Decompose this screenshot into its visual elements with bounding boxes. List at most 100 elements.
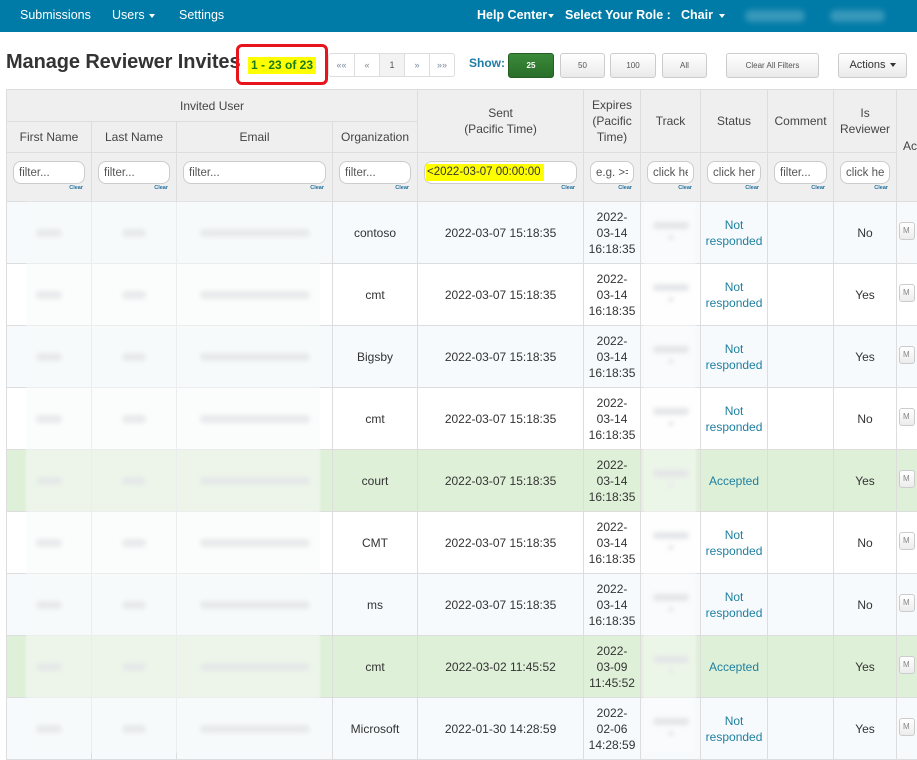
- email-filter-input[interactable]: [183, 161, 326, 184]
- table-row[interactable]: court 2022-03-07 15:18:35 2022-03-1416:1…: [7, 450, 917, 512]
- track-cell: [641, 698, 701, 760]
- clear-organization-filter[interactable]: Clear: [395, 180, 409, 196]
- sent-value: 2022-03-07 15:18:35: [445, 598, 556, 612]
- comment-cell: [768, 512, 834, 574]
- pager-first[interactable]: ««: [329, 54, 354, 76]
- sent-filter-input[interactable]: [424, 161, 577, 184]
- first-name-cell: [7, 574, 92, 636]
- clear-status-filter[interactable]: Clear: [745, 180, 759, 196]
- col-header-expires[interactable]: Expires(PacificTime): [584, 90, 641, 153]
- filter-cell-is-reviewer: Clear: [834, 153, 897, 202]
- status-line: Not: [701, 341, 767, 357]
- page-title: Manage Reviewer Invites: [6, 51, 240, 74]
- show-all-button[interactable]: All: [662, 53, 707, 78]
- clear-is-reviewer-filter[interactable]: Clear: [874, 180, 888, 196]
- comment-cell: [768, 574, 834, 636]
- organization-value: court: [362, 474, 389, 488]
- col-header-sent[interactable]: Sent(Pacific Time): [418, 90, 584, 153]
- clear-sent-filter[interactable]: Clear: [561, 180, 575, 196]
- sent-cell: 2022-03-07 15:18:35: [418, 202, 584, 264]
- status-cell: Notresponded: [701, 512, 768, 574]
- comment-cell: [768, 264, 834, 326]
- status-cell: Notresponded: [701, 326, 768, 388]
- show-100-button[interactable]: 100: [610, 53, 656, 78]
- row-action-button[interactable]: M: [899, 470, 915, 488]
- sent-value: 2022-03-07 15:18:35: [445, 350, 556, 364]
- pager-prev[interactable]: «: [354, 54, 379, 76]
- actions-cell: M: [897, 698, 917, 760]
- row-action-button[interactable]: M: [899, 284, 915, 302]
- pager-page-1[interactable]: 1: [379, 54, 404, 76]
- first-name-cell: [7, 636, 92, 698]
- redacted-first-name: [36, 539, 62, 547]
- status-line: Accepted: [701, 659, 767, 675]
- track-cell: [641, 202, 701, 264]
- actions-cell: M: [897, 326, 917, 388]
- expires-line: 2022-: [584, 209, 640, 225]
- clear-email-filter[interactable]: Clear: [310, 180, 324, 196]
- table-row[interactable]: Microsoft 2022-01-30 14:28:59 2022-02-06…: [7, 698, 917, 760]
- col-header-first-name[interactable]: First Name: [7, 122, 92, 153]
- show-25-button[interactable]: 25: [508, 53, 554, 78]
- table-row[interactable]: ms 2022-03-07 15:18:35 2022-03-1416:18:3…: [7, 574, 917, 636]
- redacted-track: [653, 216, 689, 246]
- is-reviewer-value: No: [857, 536, 872, 550]
- is-reviewer-value: No: [857, 412, 872, 426]
- status-line: Accepted: [701, 473, 767, 489]
- clear-last-name-filter[interactable]: Clear: [154, 180, 168, 196]
- clear-comment-filter[interactable]: Clear: [811, 180, 825, 196]
- redacted-user-menu[interactable]: [745, 10, 805, 22]
- nav-help-center[interactable]: Help Center: [477, 0, 554, 32]
- pager-next[interactable]: »: [404, 54, 429, 76]
- expires-line: 2022-: [584, 457, 640, 473]
- col-header-is-reviewer[interactable]: IsReviewer: [834, 90, 897, 153]
- row-action-button[interactable]: M: [899, 408, 915, 426]
- row-action-button[interactable]: M: [899, 346, 915, 364]
- col-header-comment[interactable]: Comment: [768, 90, 834, 153]
- clear-track-filter[interactable]: Clear: [678, 180, 692, 196]
- col-header-status[interactable]: Status: [701, 90, 768, 153]
- redacted-email: [200, 725, 310, 733]
- col-header-email[interactable]: Email: [177, 122, 333, 153]
- nav-settings[interactable]: Settings: [179, 0, 224, 32]
- status-line: Not: [701, 403, 767, 419]
- clear-all-filters-button[interactable]: Clear All Filters: [726, 53, 819, 78]
- clear-expires-filter[interactable]: Clear: [618, 180, 632, 196]
- expires-line: 2022-: [584, 333, 640, 349]
- table-row[interactable]: cmt 2022-03-07 15:18:35 2022-03-1416:18:…: [7, 388, 917, 450]
- expires-cell: 2022-03-1416:18:35: [584, 264, 641, 326]
- col-header-track[interactable]: Track: [641, 90, 701, 153]
- sent-cell: 2022-03-07 15:18:35: [418, 574, 584, 636]
- row-action-button[interactable]: M: [899, 718, 915, 736]
- table-row[interactable]: cmt 2022-03-02 11:45:52 2022-03-0911:45:…: [7, 636, 917, 698]
- status-cell: Notresponded: [701, 698, 768, 760]
- col-header-organization[interactable]: Organization: [333, 122, 418, 153]
- nav-submissions-label: Submissions: [20, 8, 91, 22]
- nav-users[interactable]: Users: [112, 0, 155, 32]
- expires-line: 03-14: [584, 287, 640, 303]
- role-selector[interactable]: Chair: [681, 0, 725, 32]
- nav-submissions[interactable]: Submissions: [20, 0, 91, 32]
- expires-line: 03-14: [584, 473, 640, 489]
- row-action-button[interactable]: M: [899, 656, 915, 674]
- row-action-button[interactable]: M: [899, 594, 915, 612]
- row-action-button[interactable]: M: [899, 222, 915, 240]
- row-action-button[interactable]: M: [899, 532, 915, 550]
- track-cell: [641, 512, 701, 574]
- table-row[interactable]: contoso 2022-03-07 15:18:35 2022-03-1416…: [7, 202, 917, 264]
- clear-first-name-filter[interactable]: Clear: [69, 180, 83, 196]
- organization-value: cmt: [365, 412, 384, 426]
- is-reviewer-cell: No: [834, 574, 897, 636]
- redacted-signout[interactable]: [830, 10, 885, 22]
- sent-header-line2: (Pacific Time): [418, 121, 583, 137]
- col-header-last-name[interactable]: Last Name: [92, 122, 177, 153]
- pager-last[interactable]: »»: [429, 54, 454, 76]
- table-row[interactable]: cmt 2022-03-07 15:18:35 2022-03-1416:18:…: [7, 264, 917, 326]
- table-row[interactable]: CMT 2022-03-07 15:18:35 2022-03-1416:18:…: [7, 512, 917, 574]
- actions-cell: M: [897, 574, 917, 636]
- table-row[interactable]: Bigsby 2022-03-07 15:18:35 2022-03-1416:…: [7, 326, 917, 388]
- actions-dropdown-button[interactable]: Actions: [838, 53, 907, 78]
- organization-cell: ms: [333, 574, 418, 636]
- status-cell: Notresponded: [701, 574, 768, 636]
- show-50-button[interactable]: 50: [560, 53, 605, 78]
